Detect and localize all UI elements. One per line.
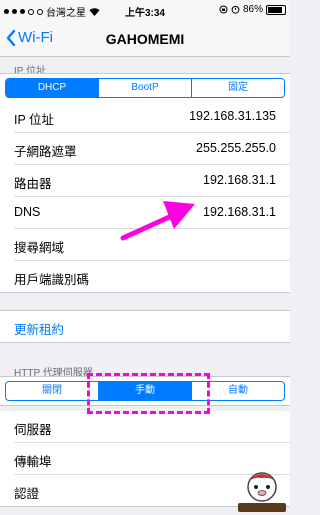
annotation-arrow-icon — [120, 201, 195, 241]
watermark-logo — [238, 472, 286, 512]
